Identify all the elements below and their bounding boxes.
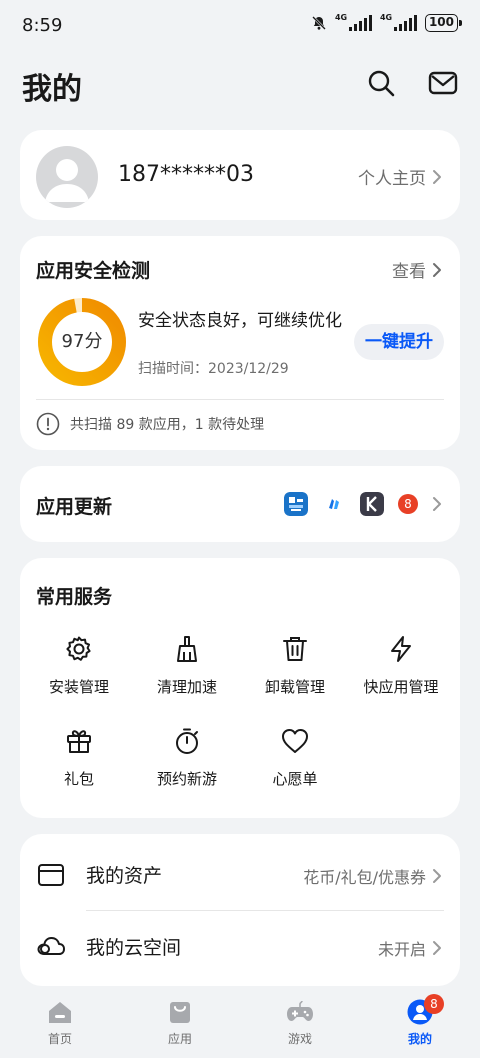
- security-title: 应用安全检测: [36, 260, 151, 282]
- homepage-link[interactable]: 个人主页: [358, 164, 442, 189]
- mute-bell-icon: [312, 16, 326, 30]
- search-icon[interactable]: [366, 68, 396, 98]
- my-assets-label: 我的资产: [86, 865, 163, 887]
- username: 187******03: [118, 162, 254, 187]
- boost-button[interactable]: 一键提升: [354, 324, 444, 360]
- tab-apps[interactable]: 应用: [120, 998, 240, 1047]
- my-assets-row[interactable]: 我的资产 花币/礼包/优惠券: [20, 838, 460, 910]
- cloud-space-row[interactable]: 我的云空间 未开启: [20, 910, 460, 982]
- app-icon-blue-tile: [284, 492, 308, 516]
- status-bar: 8:59 4G 4G 100: [0, 0, 480, 50]
- chevron-right-icon: [433, 497, 441, 511]
- heart-icon: [282, 729, 308, 753]
- network-type-1: 4G: [334, 13, 348, 22]
- cloud-icon: [37, 937, 65, 955]
- service-label: 快应用管理: [363, 678, 439, 696]
- profile-card[interactable]: 187******03 个人主页: [20, 130, 460, 220]
- cloud-space-value: 未开启: [377, 940, 426, 959]
- mail-icon[interactable]: [428, 68, 458, 98]
- page-title: 我的: [22, 72, 82, 107]
- service-label: 预约新游: [156, 770, 217, 788]
- service-gift-pack[interactable]: 礼包: [24, 726, 134, 789]
- app-update-card[interactable]: 应用更新 8: [20, 466, 460, 542]
- service-quick-app-manage[interactable]: 快应用管理: [346, 634, 456, 697]
- security-card: 应用安全检测 查看 97分 安全状态良好，可继续优化 扫描时间：2023/12/…: [20, 236, 460, 450]
- security-score: 97分: [61, 331, 103, 352]
- service-label: 心愿单: [272, 770, 318, 788]
- gift-icon: [67, 730, 91, 753]
- tab-games[interactable]: 游戏: [240, 998, 360, 1047]
- service-clean-speedup[interactable]: 清理加速: [132, 634, 242, 697]
- security-view-link[interactable]: 查看: [392, 257, 442, 282]
- service-reserve-new-game[interactable]: 预约新游: [132, 726, 242, 789]
- service-label: 卸载管理: [264, 678, 325, 696]
- update-count-badge: 8: [398, 494, 418, 514]
- security-status: 安全状态良好，可继续优化: [138, 311, 342, 331]
- tab-mine[interactable]: 8 我的: [360, 994, 480, 1047]
- signal-icon-1: 4G: [334, 13, 372, 31]
- signal-icon-2: 4G: [379, 13, 417, 31]
- battery-icon: 100: [424, 14, 463, 32]
- tab-label: 游戏: [287, 1032, 312, 1046]
- tab-home[interactable]: 首页: [0, 998, 120, 1047]
- service-label: 安装管理: [48, 678, 109, 696]
- divider: [36, 399, 444, 400]
- scan-summary: 共扫描 89 款应用，1 款待处理: [70, 417, 265, 433]
- view-label: 查看: [392, 262, 426, 282]
- trash-icon: [283, 637, 307, 661]
- stopwatch-icon: [176, 728, 198, 754]
- mine-badge: 8: [424, 994, 444, 1014]
- update-app-icons: 8: [284, 492, 442, 516]
- scan-summary-row: 共扫描 89 款应用，1 款待处理: [36, 412, 264, 436]
- service-install-manage[interactable]: 安装管理: [24, 634, 134, 697]
- homepage-label: 个人主页: [358, 169, 426, 189]
- app-icon-blue-wave: [322, 492, 346, 516]
- tab-label: 我的: [407, 1032, 432, 1046]
- service-label: 清理加速: [156, 678, 217, 696]
- info-circle-icon: [36, 412, 60, 436]
- bottom-tab-bar: 首页 应用 游戏 8 我的: [0, 992, 480, 1058]
- services-card: 常用服务 安装管理 清理加速 卸载管理 快应用管理 礼包 预约新游 心愿单: [20, 558, 460, 818]
- chevron-right-icon: [433, 262, 441, 277]
- chevron-right-icon: [433, 869, 441, 883]
- network-type-2: 4G: [379, 13, 393, 22]
- default-avatar-icon: [45, 159, 89, 202]
- cloud-space-value-group: 未开启: [378, 936, 442, 960]
- app-update-title: 应用更新: [36, 496, 113, 518]
- services-title: 常用服务: [36, 586, 113, 608]
- tab-label: 应用: [167, 1032, 192, 1046]
- assets-card: 我的资产 花币/礼包/优惠券 我的云空间 未开启: [20, 834, 460, 986]
- chevron-right-icon: [433, 941, 441, 955]
- gear-icon: [66, 636, 91, 661]
- status-time: 8:59: [22, 15, 63, 36]
- tab-label: 首页: [47, 1032, 72, 1046]
- service-label: 礼包: [63, 770, 94, 788]
- wallet-box-icon: [38, 864, 64, 886]
- my-assets-value: 花币/礼包/优惠券: [303, 868, 426, 887]
- my-assets-value-group: 花币/礼包/优惠券: [303, 864, 442, 888]
- cloud-space-label: 我的云空间: [86, 937, 182, 959]
- broom-icon: [177, 636, 197, 662]
- status-icons: 4G 4G 100: [311, 13, 463, 32]
- home-icon: [49, 1002, 71, 1023]
- service-uninstall-manage[interactable]: 卸载管理: [240, 634, 350, 697]
- app-icon-k: [360, 492, 384, 516]
- apps-bag-icon: [170, 1002, 190, 1023]
- bolt-icon: [391, 636, 411, 662]
- chevron-right-icon: [433, 169, 441, 184]
- gamepad-icon: [287, 1000, 313, 1021]
- avatar[interactable]: [36, 146, 98, 208]
- scan-time: 扫描时间：2023/12/29: [138, 361, 289, 377]
- service-wishlist[interactable]: 心愿单: [240, 726, 350, 789]
